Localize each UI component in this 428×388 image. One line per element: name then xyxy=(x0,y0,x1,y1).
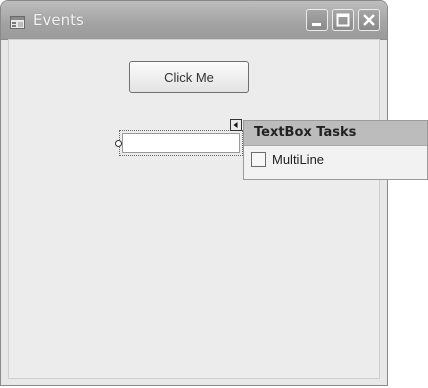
smart-tag-arrow-icon xyxy=(233,122,238,128)
smart-tag-button[interactable] xyxy=(230,119,242,131)
close-icon xyxy=(363,14,375,26)
tasks-panel-header: TextBox Tasks xyxy=(244,121,427,146)
form-client-area: Click Me xyxy=(8,39,380,379)
resize-handle[interactable] xyxy=(115,140,122,147)
tasks-panel-title: TextBox Tasks xyxy=(254,125,357,140)
multiline-label: MultiLine xyxy=(272,152,325,167)
minimize-icon xyxy=(312,23,321,26)
click-me-button[interactable]: Click Me xyxy=(129,61,249,93)
multiline-checkbox[interactable] xyxy=(251,152,266,167)
maximize-button[interactable] xyxy=(332,9,354,31)
textbox-selection-frame[interactable] xyxy=(115,130,243,156)
textbox-tasks-panel: TextBox Tasks MultiLine xyxy=(243,120,428,180)
minimize-button[interactable] xyxy=(306,9,328,31)
close-button[interactable] xyxy=(358,9,380,31)
window-title: Events xyxy=(33,11,84,29)
maximize-icon xyxy=(336,13,350,27)
textbox[interactable] xyxy=(122,133,240,153)
title-bar[interactable]: Events xyxy=(1,1,387,40)
multiline-option[interactable]: MultiLine xyxy=(251,151,421,169)
events-window: Events Click Me xyxy=(0,0,388,386)
form-icon xyxy=(10,14,25,29)
